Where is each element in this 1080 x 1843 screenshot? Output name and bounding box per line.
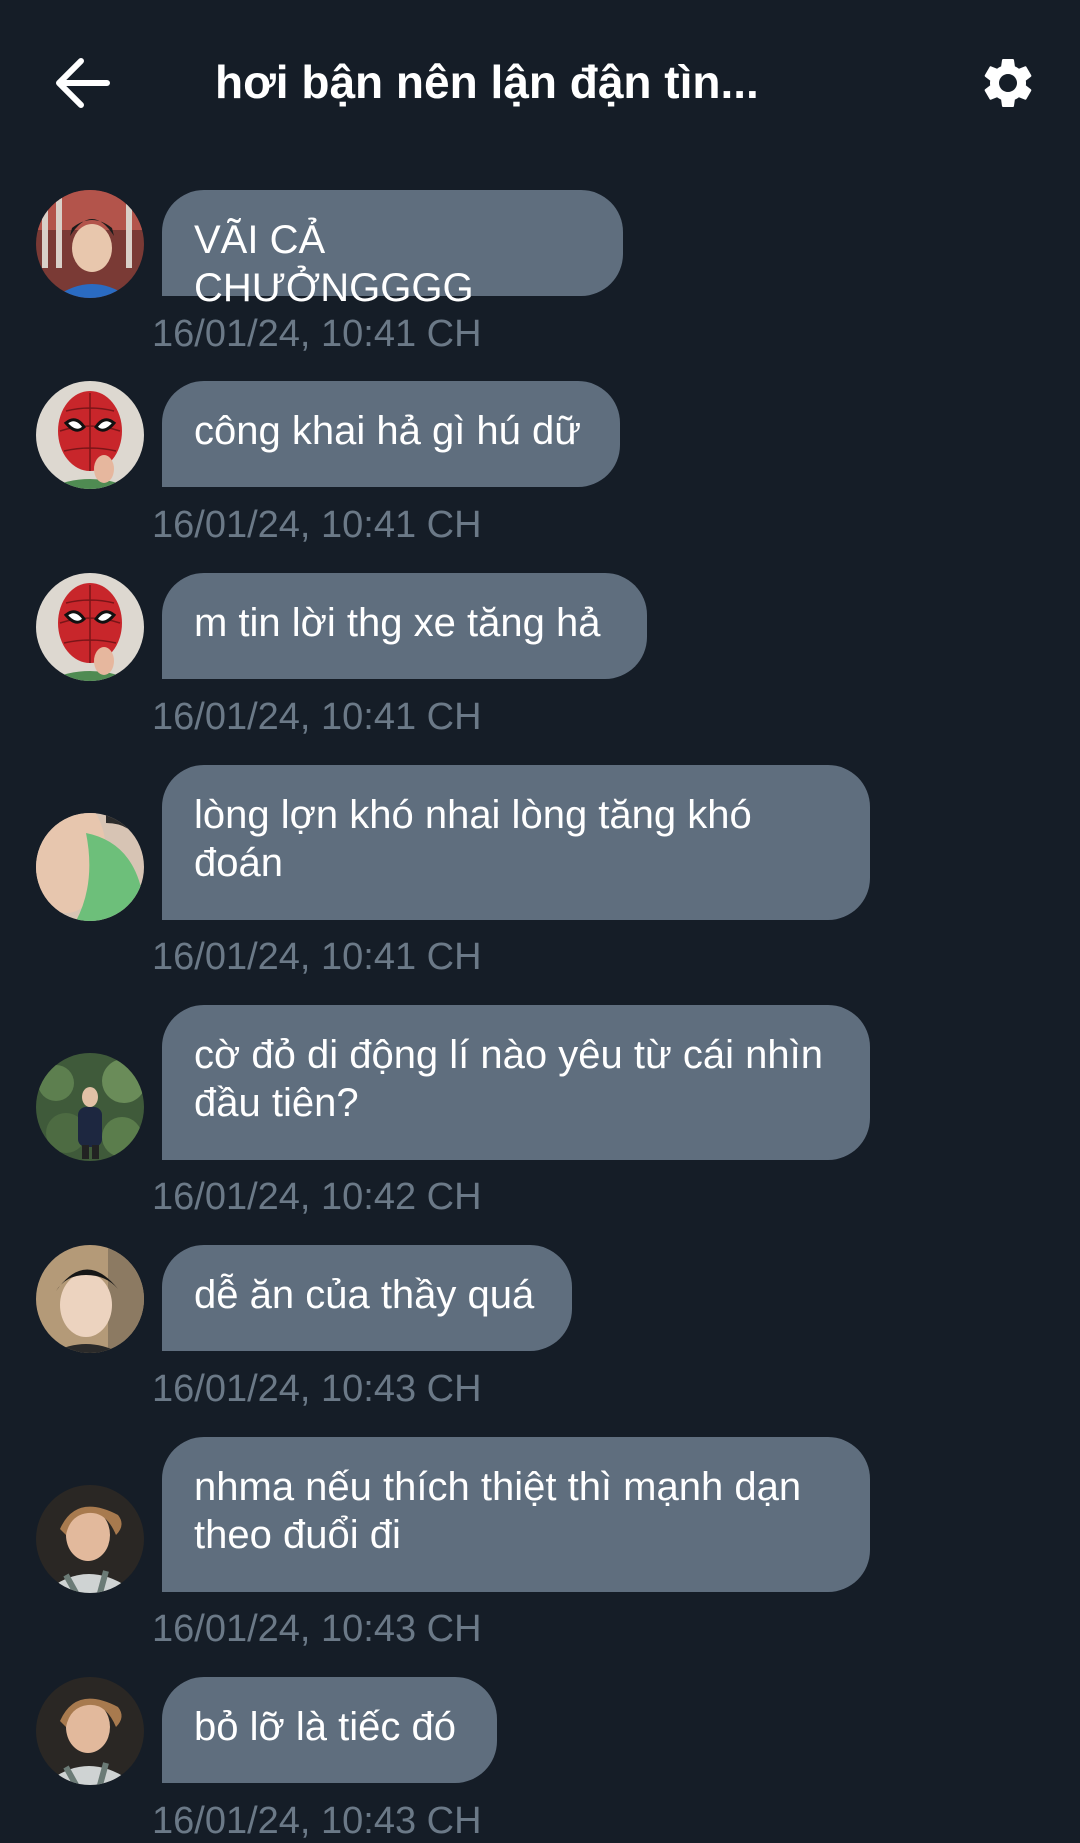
message-timestamp: 16/01/24, 10:43 CH (152, 1800, 482, 1842)
chat-header: hơi bận nên lận đận tìn... (0, 0, 1080, 165)
message-text: dễ ăn của thầy quá (194, 1273, 535, 1317)
avatar[interactable] (36, 381, 144, 489)
message-timestamp: 16/01/24, 10:43 CH (152, 1368, 482, 1410)
avatar[interactable] (36, 573, 144, 681)
message-text: VÃI CẢ CHƯỞNGGGG (194, 218, 474, 310)
chat-title: hơi bận nên lận đận tìn... (215, 56, 759, 108)
arrow-left-icon (56, 58, 110, 108)
message-bubble[interactable]: m tin lời thg xe tăng hả (162, 573, 647, 679)
message-text: công khai hả gì hú dữ (194, 409, 582, 453)
message-timestamp: 16/01/24, 10:41 CH (152, 504, 482, 546)
avatar-image (36, 813, 144, 921)
message-timestamp: 16/01/24, 10:41 CH (152, 696, 482, 738)
avatar-image (36, 573, 144, 681)
back-button[interactable] (52, 52, 114, 114)
avatar[interactable] (36, 1053, 144, 1161)
avatar-image (36, 1245, 144, 1353)
message-text: lòng lợn khó nhai lòng tăng khó đoán (194, 793, 752, 885)
settings-button[interactable] (975, 50, 1041, 116)
avatar-image (36, 190, 144, 298)
message-bubble[interactable]: lòng lợn khó nhai lòng tăng khó đoán (162, 765, 870, 920)
message-bubble[interactable]: cờ đỏ di động lí nào yêu từ cái nhìn đầu… (162, 1005, 870, 1160)
message-timestamp: 16/01/24, 10:41 CH (152, 936, 482, 978)
avatar[interactable] (36, 813, 144, 921)
message-text: bỏ lỡ là tiếc đó (194, 1705, 456, 1749)
message-text: m tin lời thg xe tăng hả (194, 601, 601, 645)
message-bubble[interactable]: công khai hả gì hú dữ (162, 381, 620, 487)
message-timestamp: 16/01/24, 10:42 CH (152, 1176, 482, 1218)
message-list[interactable]: VÃI CẢ CHƯỞNGGGG 16/01/24, 10:41 CH công… (0, 0, 1080, 1842)
message-bubble[interactable]: bỏ lỡ là tiếc đó (162, 1677, 497, 1783)
message-timestamp: 16/01/24, 10:43 CH (152, 1608, 482, 1650)
avatar-image (36, 381, 144, 489)
gear-icon (984, 58, 1032, 107)
message-timestamp: 16/01/24, 10:41 CH (152, 313, 482, 355)
message-text: cờ đỏ di động lí nào yêu từ cái nhìn đầu… (194, 1033, 823, 1125)
message-bubble[interactable]: VÃI CẢ CHƯỞNGGGG (162, 190, 623, 310)
message-bubble[interactable]: nhma nếu thích thiệt thì mạnh dạn theo đ… (162, 1437, 870, 1592)
avatar-image (36, 1485, 144, 1593)
avatar[interactable] (36, 1677, 144, 1785)
avatar[interactable] (36, 1245, 144, 1353)
avatar-image (36, 1677, 144, 1785)
message-text: nhma nếu thích thiệt thì mạnh dạn theo đ… (194, 1465, 802, 1557)
avatar[interactable] (36, 190, 144, 298)
avatar-image (36, 1053, 144, 1161)
message-bubble[interactable]: dễ ăn của thầy quá (162, 1245, 572, 1351)
avatar[interactable] (36, 1485, 144, 1593)
